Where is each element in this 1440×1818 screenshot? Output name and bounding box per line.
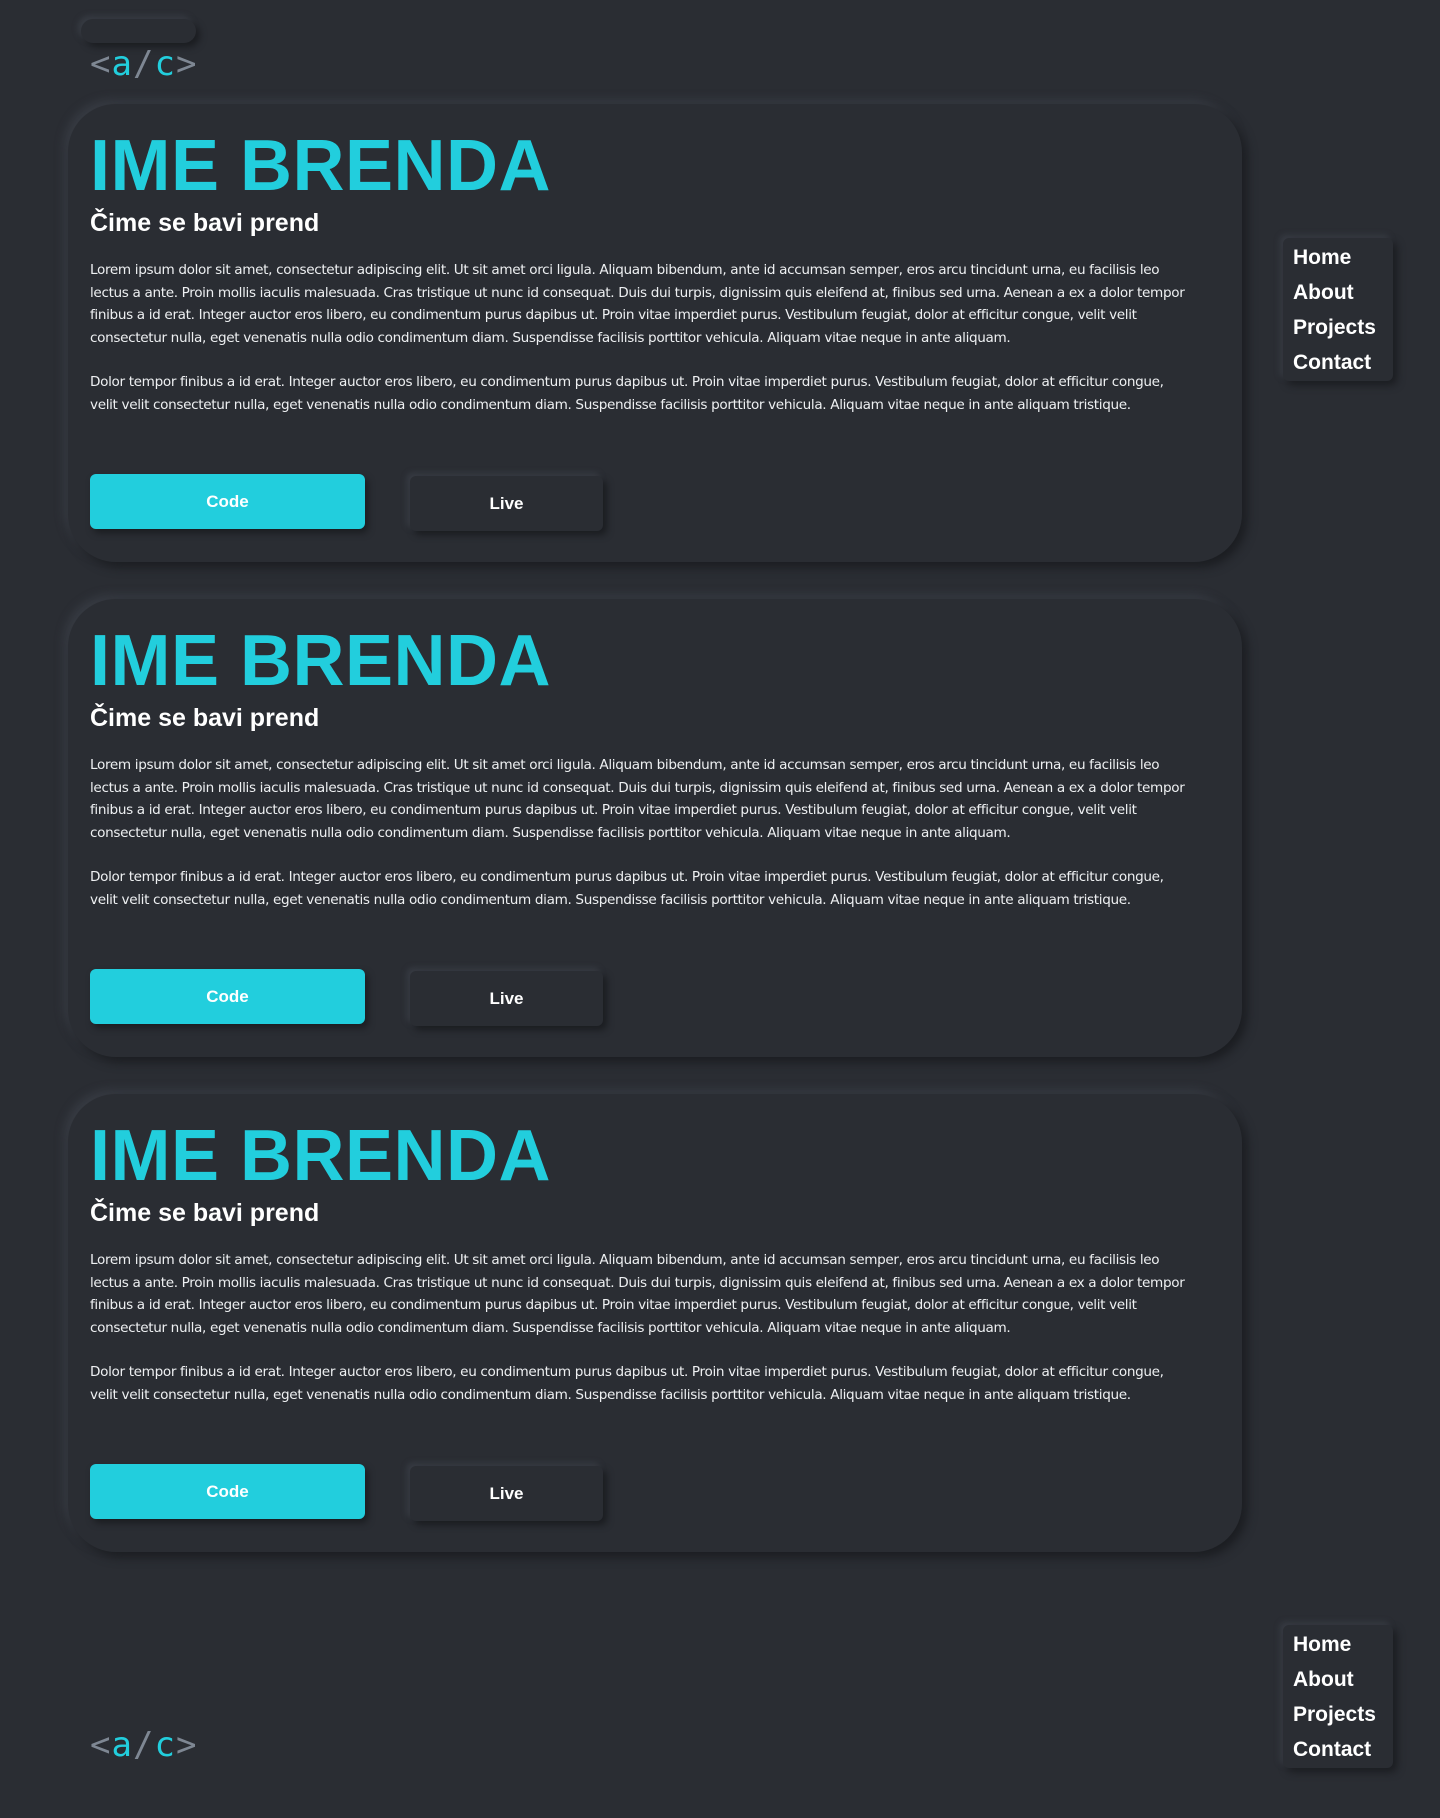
logo-slash: / xyxy=(132,44,155,84)
project-card: IME BRENDA Čime se bavi prend Lorem ipsu… xyxy=(68,599,1242,1057)
live-button[interactable]: Live xyxy=(410,971,603,1026)
logo-open-bracket: < xyxy=(90,44,112,84)
project-subtitle: Čime se bavi prend xyxy=(90,1199,320,1227)
project-title: IME BRENDA xyxy=(90,126,552,206)
project-card-content: IME BRENDA Čime se bavi prend Lorem ipsu… xyxy=(90,104,1185,416)
nav-item-home[interactable]: Home xyxy=(1293,1627,1393,1662)
project-description: Lorem ipsum dolor sit amet, consectetur … xyxy=(90,1252,1185,1336)
top-pill-decoration xyxy=(81,19,196,43)
logo-letter-c: c xyxy=(154,44,176,84)
project-description: Lorem ipsum dolor sit amet, consectetur … xyxy=(90,757,1185,841)
nav-list: Home About Projects Contact xyxy=(1283,1625,1393,1767)
logo-letter-a: a xyxy=(111,44,133,84)
project-description-secondary: Dolor tempor finibus a id erat. Integer … xyxy=(90,1364,1164,1403)
live-button[interactable]: Live xyxy=(410,1466,603,1521)
code-button[interactable]: Code xyxy=(90,1464,365,1519)
project-subtitle: Čime se bavi prend xyxy=(90,209,320,237)
logo[interactable]: <a/c> xyxy=(90,47,197,81)
project-card-content: IME BRENDA Čime se bavi prend Lorem ipsu… xyxy=(90,1094,1185,1406)
nav-item-contact[interactable]: Contact xyxy=(1293,1732,1393,1767)
nav-item-about[interactable]: About xyxy=(1293,275,1393,310)
project-title: IME BRENDA xyxy=(90,621,552,701)
logo-close-bracket: > xyxy=(175,1725,198,1765)
nav-item-about[interactable]: About xyxy=(1293,1662,1393,1697)
project-card: IME BRENDA Čime se bavi prend Lorem ipsu… xyxy=(68,104,1242,562)
project-description-secondary: Dolor tempor finibus a id erat. Integer … xyxy=(90,869,1164,908)
code-button[interactable]: Code xyxy=(90,969,365,1024)
logo-letter-c: c xyxy=(154,1725,176,1765)
code-button[interactable]: Code xyxy=(90,474,365,529)
project-description-secondary: Dolor tempor finibus a id erat. Integer … xyxy=(90,374,1164,413)
logo-open-bracket: < xyxy=(90,1725,112,1765)
logo-letter-a: a xyxy=(111,1725,133,1765)
live-button[interactable]: Live xyxy=(410,476,603,531)
nav-item-projects[interactable]: Projects xyxy=(1293,310,1393,345)
side-nav: Home About Projects Contact xyxy=(1283,238,1393,381)
project-subtitle: Čime se bavi prend xyxy=(90,704,320,732)
nav-item-projects[interactable]: Projects xyxy=(1293,1697,1393,1732)
project-card: IME BRENDA Čime se bavi prend Lorem ipsu… xyxy=(68,1094,1242,1552)
project-card-content: IME BRENDA Čime se bavi prend Lorem ipsu… xyxy=(90,599,1185,911)
project-title: IME BRENDA xyxy=(90,1116,552,1196)
logo-slash: / xyxy=(132,1725,155,1765)
footer-nav: Home About Projects Contact xyxy=(1283,1625,1393,1768)
project-description: Lorem ipsum dolor sit amet, consectetur … xyxy=(90,262,1185,346)
nav-item-home[interactable]: Home xyxy=(1293,240,1393,275)
nav-item-contact[interactable]: Contact xyxy=(1293,345,1393,380)
logo-close-bracket: > xyxy=(175,44,198,84)
nav-list: Home About Projects Contact xyxy=(1283,238,1393,380)
footer-logo[interactable]: <a/c> xyxy=(90,1728,197,1762)
